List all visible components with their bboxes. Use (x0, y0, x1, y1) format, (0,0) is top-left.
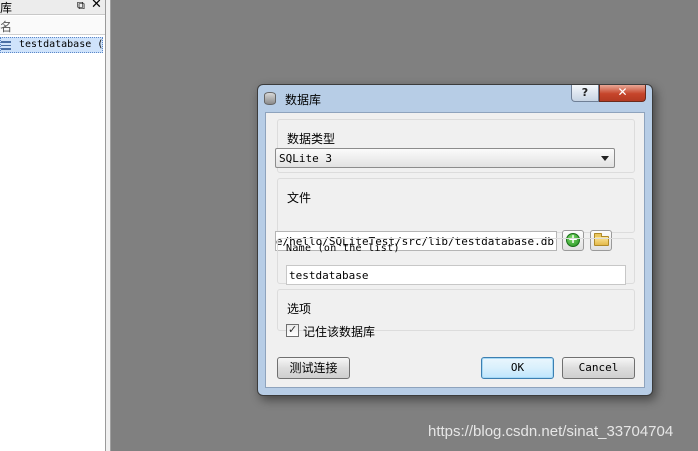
options-title: 选项 (287, 300, 312, 317)
database-dialog: 数据库 ? ✕ 数据类型 SQLite 3 文件 lipse/hello/SQL… (257, 84, 653, 396)
file-title: 文件 (287, 189, 312, 206)
dialog-body: 数据类型 SQLite 3 文件 lipse/hello/SQLiteTest/… (265, 112, 645, 388)
list-item-label: testdatabase (S (19, 39, 103, 50)
help-button[interactable]: ? (571, 85, 599, 102)
close-button[interactable]: ✕ (599, 85, 646, 102)
close-panel-icon[interactable]: ✕ (91, 0, 102, 12)
db-type-value: SQLite 3 (279, 152, 332, 165)
column-header[interactable]: 名 (0, 16, 105, 35)
panel-titlebar: 库 ⧉ ✕ (0, 0, 105, 15)
remember-label: 记住该数据库 (303, 325, 376, 339)
list-item-database[interactable]: testdatabase (S (0, 37, 103, 53)
float-panel-icon[interactable]: ⧉ (77, 0, 85, 13)
db-type-title: 数据类型 (287, 130, 336, 147)
dialog-titlebar[interactable]: 数据库 ? ✕ (258, 85, 652, 111)
panel-splitter[interactable] (106, 0, 111, 451)
databases-panel: 库 ⧉ ✕ 名 testdatabase (S (0, 0, 106, 451)
database-icon (1, 41, 11, 50)
panel-title: 库 (0, 1, 13, 15)
ok-button[interactable]: OK (481, 357, 554, 379)
file-group: 文件 (277, 178, 635, 233)
column-header-name: 名 (0, 20, 13, 34)
dialog-title: 数据库 (285, 93, 322, 107)
name-title: Name (on the list) (286, 243, 400, 254)
watermark: https://blog.csdn.net/sinat_33704704 (428, 423, 674, 440)
name-input[interactable]: testdatabase (286, 265, 626, 285)
cancel-button[interactable]: Cancel (562, 357, 635, 379)
name-value: testdatabase (289, 269, 369, 282)
database-icon (264, 92, 276, 105)
checkbox-checked-icon[interactable] (286, 323, 299, 337)
test-connection-button[interactable]: 测试连接 (277, 357, 350, 379)
db-type-select[interactable]: SQLite 3 (275, 148, 615, 168)
chevron-down-icon (601, 156, 609, 161)
